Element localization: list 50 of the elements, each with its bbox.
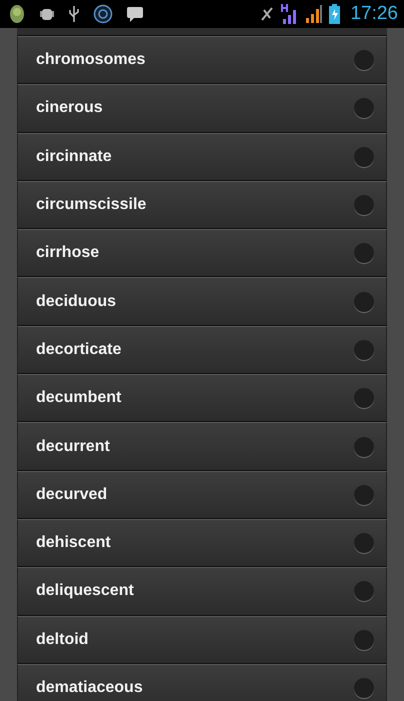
list-item[interactable]: circumscissile bbox=[17, 180, 387, 230]
item-label: deltoid bbox=[36, 630, 88, 649]
android-icon bbox=[8, 4, 26, 24]
item-label: decurrent bbox=[36, 438, 110, 456]
list-item[interactable]: deltoid bbox=[17, 616, 387, 664]
radio-button[interactable] bbox=[354, 533, 374, 554]
item-label: dehiscent bbox=[36, 534, 111, 552]
radio-button[interactable] bbox=[354, 630, 374, 650]
item-label: decorticate bbox=[36, 340, 122, 359]
item-label: deliquescent bbox=[36, 582, 134, 600]
list-item[interactable]: decurrent bbox=[17, 422, 387, 471]
radio-button[interactable] bbox=[354, 340, 374, 360]
list-item[interactable]: decurved bbox=[17, 470, 387, 519]
circle-badge-icon bbox=[93, 4, 113, 24]
list-item[interactable]: circinnate bbox=[17, 132, 387, 181]
clock-time: 17:26 bbox=[350, 3, 398, 25]
radio-button[interactable] bbox=[354, 678, 374, 698]
radio-button[interactable] bbox=[354, 98, 374, 118]
radio-button[interactable] bbox=[354, 484, 374, 505]
list-item[interactable]: deliquescent bbox=[17, 567, 387, 616]
radio-button[interactable] bbox=[354, 50, 374, 70]
list-item[interactable]: decorticate bbox=[17, 326, 387, 374]
list-item[interactable]: decumbent bbox=[17, 374, 387, 422]
item-label: decumbent bbox=[36, 389, 122, 408]
battery-icon bbox=[329, 4, 340, 24]
radio-button[interactable] bbox=[354, 243, 374, 264]
item-label: circumscissile bbox=[36, 196, 146, 214]
list-item[interactable]: cirrhose bbox=[17, 229, 387, 278]
radio-button[interactable] bbox=[354, 195, 374, 216]
usb-icon bbox=[68, 5, 80, 23]
item-label: decurved bbox=[36, 486, 108, 504]
chat-icon bbox=[126, 6, 144, 22]
mute-icon bbox=[259, 5, 276, 23]
radio-button[interactable] bbox=[354, 388, 374, 408]
radio-button[interactable] bbox=[354, 146, 374, 167]
list-item[interactable]: deciduous bbox=[17, 277, 387, 326]
item-label: chromosomes bbox=[36, 51, 146, 70]
list-item[interactable]: cinerous bbox=[17, 84, 387, 133]
item-label: cinerous bbox=[36, 99, 103, 118]
item-label: dematiaceous bbox=[36, 679, 143, 697]
item-label: cirrhose bbox=[36, 244, 100, 262]
radio-button[interactable] bbox=[354, 436, 374, 457]
list-item[interactable]: dematiaceous bbox=[17, 664, 387, 701]
radio-button[interactable] bbox=[354, 292, 374, 312]
item-label: deciduous bbox=[36, 292, 116, 311]
radio-button[interactable] bbox=[354, 581, 374, 602]
item-label: circinnate bbox=[36, 148, 112, 166]
list-item[interactable]: chromosomes bbox=[17, 36, 387, 84]
list-item[interactable]: dehiscent bbox=[17, 518, 387, 568]
signal-icon bbox=[305, 4, 324, 24]
